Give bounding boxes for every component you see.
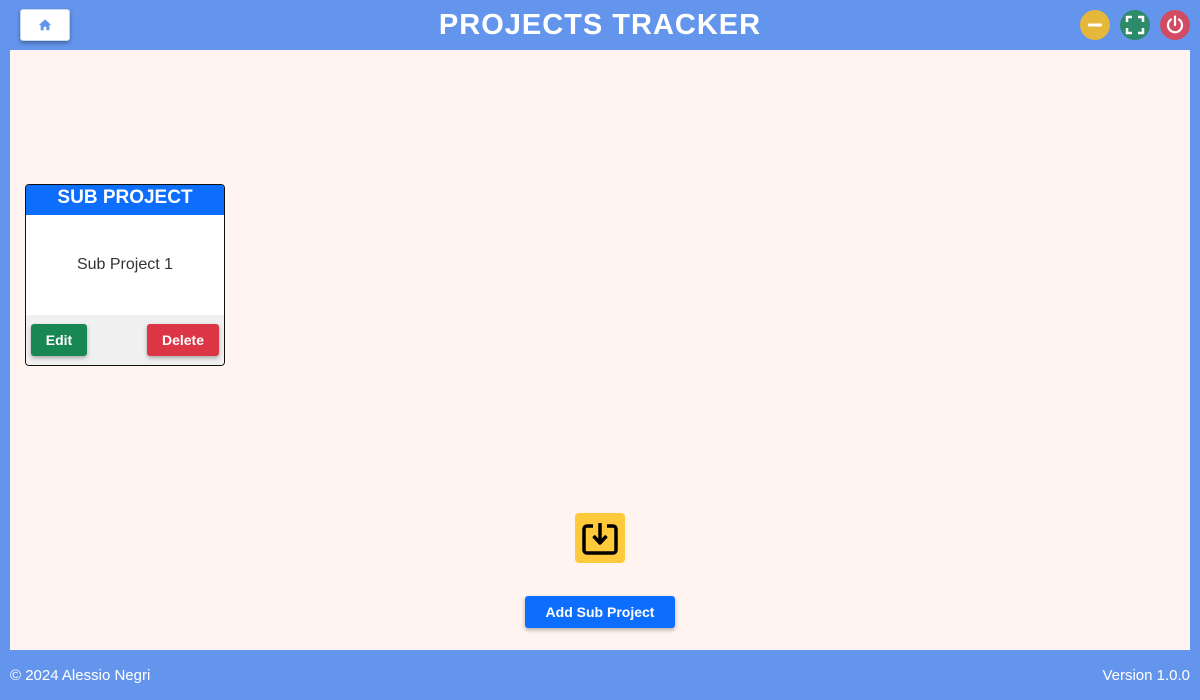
- import-button[interactable]: [575, 513, 625, 563]
- app-title: PROJECTS TRACKER: [438, 9, 762, 41]
- fullscreen-icon: [1124, 14, 1146, 36]
- close-button[interactable]: [1160, 10, 1190, 40]
- add-sub-project-button[interactable]: Add Sub Project: [525, 596, 675, 628]
- sub-project-card: SUB PROJECT Sub Project 1 Edit Delete: [25, 184, 225, 366]
- edit-button[interactable]: Edit: [31, 324, 87, 356]
- import-icon: [579, 517, 621, 559]
- card-body: Sub Project 1: [26, 215, 224, 315]
- card-footer: Edit Delete: [26, 315, 224, 365]
- minus-icon: [1085, 15, 1105, 35]
- footer: © 2024 Alessio Negri Version 1.0.0: [0, 650, 1200, 700]
- copyright-text: © 2024 Alessio Negri: [10, 667, 151, 684]
- card-header: SUB PROJECT: [26, 185, 224, 215]
- home-icon: [38, 18, 52, 32]
- delete-button[interactable]: Delete: [147, 324, 219, 356]
- power-icon: [1164, 14, 1186, 36]
- maximize-button[interactable]: [1120, 10, 1150, 40]
- sub-project-name: Sub Project 1: [76, 256, 174, 273]
- minimize-button[interactable]: [1080, 10, 1110, 40]
- home-button[interactable]: [20, 9, 70, 41]
- main-content: SUB PROJECT Sub Project 1 Edit Delete Ad…: [10, 50, 1190, 650]
- title-bar: PROJECTS TRACKER: [0, 0, 1200, 50]
- window-controls: [1080, 10, 1190, 40]
- version-text: Version 1.0.0: [1102, 667, 1190, 684]
